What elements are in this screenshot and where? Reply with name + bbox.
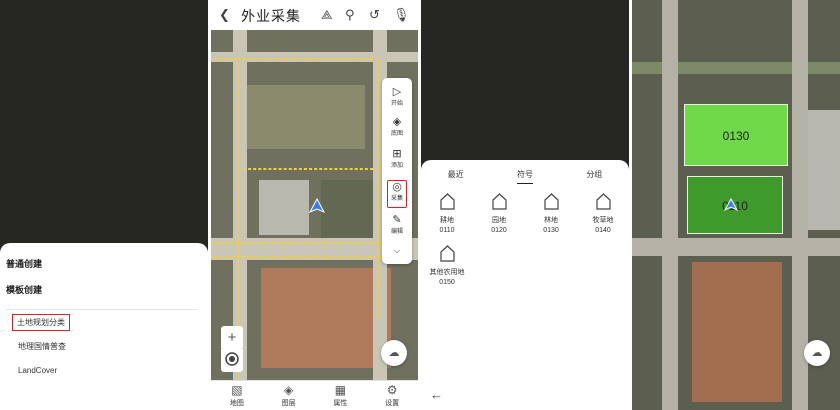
template-item-geo-census[interactable]: 地理国情普查 [0,334,208,358]
bottom-nav: ▧ 地图 ◈ 图层 ▦ 属性 ⚙ 设置 [211,380,418,410]
upload-cloud-button[interactable]: ☁ [381,340,407,366]
collect-icon: ◎ [392,181,402,193]
symbol-item[interactable]: 园地 0120 [477,193,521,236]
back-icon[interactable]: ❮ [219,7,230,23]
symbol-tabs: 最近 符号 分组 [421,160,629,184]
nav-tab-settings[interactable]: ⚙ 设置 [366,381,418,410]
template-item-landcover[interactable]: LandCover [0,358,208,382]
symbol-sheet: 最近 符号 分组 耕地 0110 园地 0120 林地 0130 牧草地 0140 其他… [421,160,629,410]
tool-basemap[interactable]: ◈ 底图 [382,116,412,137]
tab-groups[interactable]: 分组 [586,169,602,184]
nav-tab-map[interactable]: ▧ 地图 [211,381,263,410]
green-block [321,180,381,240]
tool-add[interactable]: ⊞ 添加 [382,148,412,169]
edit-icon: ✎ [392,214,402,226]
page-title: 外业采集 [241,8,301,24]
mic-icon[interactable]: 🎙 [393,7,410,23]
template-item-land-planning[interactable]: 土地规划分类 [0,310,208,334]
road-top [211,52,418,62]
gear-icon: ⚙ [386,383,398,397]
search-icon[interactable]: ⚲ [345,7,355,23]
layers-icon: ◈ [392,116,402,128]
top-bar: ❮ 外业采集 ⟁ ⚲ ↺ 🎙 [211,0,418,32]
nav-tab-layers[interactable]: ◈ 图层 [263,381,315,410]
chevron-down-icon[interactable]: ⌵ [382,246,412,256]
tool-edit[interactable]: ✎ 编辑 [382,214,412,235]
path-line [243,168,373,170]
building-block [259,180,309,235]
polygon-symbol-icon [439,245,455,262]
tool-panel: ▷ 开始 ◈ 底图 ⊞ 添加 ◎ 采集 ✎ 编辑 ⌵ [382,78,412,264]
locate-button[interactable] [221,348,243,370]
symbol-item[interactable]: 林地 0130 [529,193,573,236]
construction-block [692,262,782,402]
path-line [211,256,381,258]
road-vertical [662,0,678,410]
polygon-symbol-icon [595,193,611,210]
table-icon: ▦ [334,383,347,397]
screen-field-collection: ❮ 外业采集 ⟁ ⚲ ↺ 🎙 ▷ 开始 ◈ 底图 ⊞ 添加 ◎ 采集 ✎ 编辑 … [211,0,418,410]
tool-start[interactable]: ▷ 开始 [382,86,412,107]
path-line [377,58,379,318]
cloud-icon: ☁ [388,347,400,359]
screen-collected-parcels: 0130 0110 ☁ [632,0,840,410]
tab-symbols[interactable]: 符号 [516,169,533,184]
construction-block [261,268,391,368]
add-icon: ⊞ [392,148,402,160]
tool-collect[interactable]: ◎ 采集 [387,180,407,208]
create-sheet: 普通创建 模板创建 土地规划分类 地理国情普查 LandCover [0,243,208,410]
location-marker-icon [309,198,325,213]
zoom-in-button[interactable]: + [221,326,243,349]
location-marker-icon [724,198,738,212]
section-normal-create[interactable]: 普通创建 [0,257,208,283]
parcel-0130[interactable]: 0130 [684,104,788,166]
symbol-item[interactable]: 牧草地 0140 [581,193,625,236]
polygon-symbol-icon [543,193,559,210]
route-icon[interactable]: ⟁ [321,7,333,23]
play-icon: ▷ [392,86,402,98]
path-line [211,242,381,244]
back-arrow-icon[interactable]: ← [430,387,443,402]
cloud-icon: ☁ [811,347,823,359]
undo-icon[interactable]: ↺ [369,7,380,23]
symbol-item[interactable]: 耕地 0110 [425,193,469,236]
symbol-item[interactable]: 其他农用地 0150 [425,245,469,288]
satellite-map[interactable]: ▷ 开始 ◈ 底图 ⊞ 添加 ◎ 采集 ✎ 编辑 ⌵ + − [211,30,418,380]
road-horizontal [632,238,840,256]
tab-recent[interactable]: 最近 [448,169,464,184]
screen-symbol-picker: 最近 符号 分组 耕地 0110 园地 0120 林地 0130 牧草地 0140 其他… [421,0,629,410]
field-block [245,85,365,149]
building-block [808,110,840,230]
screen-template-select: 普通创建 模板创建 土地规划分类 地理国情普查 LandCover [0,0,208,410]
nav-tab-attributes[interactable]: ▦ 属性 [315,381,367,410]
polygon-symbol-icon [439,193,455,210]
map-icon: ▧ [231,383,243,397]
layers-icon: ◈ [284,383,294,397]
section-template-create: 模板创建 [6,285,43,295]
upload-cloud-button[interactable]: ☁ [804,340,830,366]
polygon-symbol-icon [491,193,507,210]
locate-icon [225,352,239,366]
